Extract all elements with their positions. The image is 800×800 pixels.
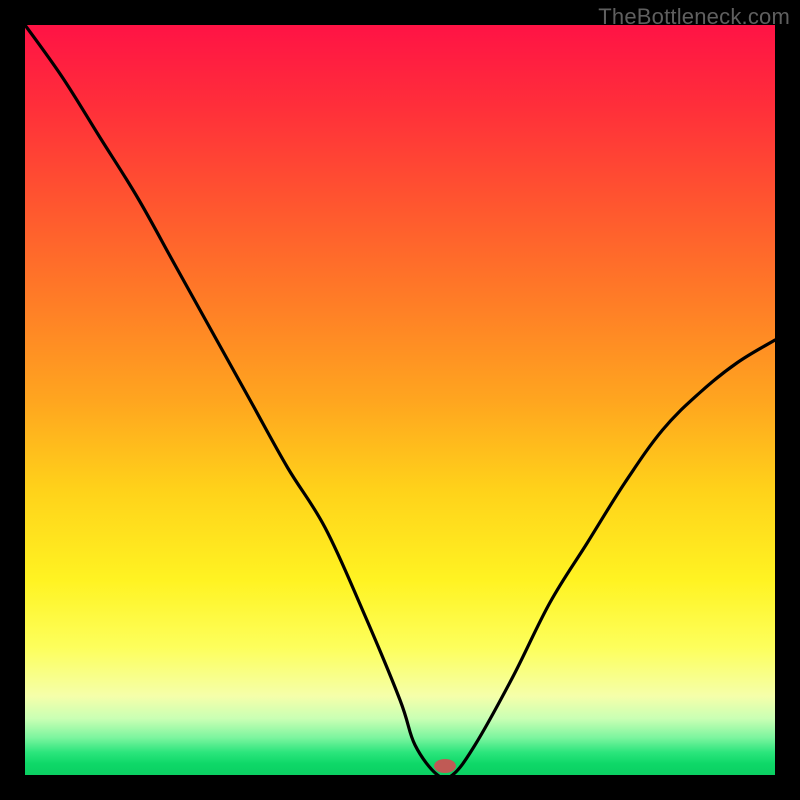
bottleneck-curve bbox=[25, 25, 775, 775]
watermark-text: TheBottleneck.com bbox=[598, 4, 790, 30]
optimum-marker bbox=[434, 759, 456, 773]
curve-path bbox=[25, 25, 775, 775]
plot-area bbox=[25, 25, 775, 775]
chart-frame: TheBottleneck.com bbox=[0, 0, 800, 800]
